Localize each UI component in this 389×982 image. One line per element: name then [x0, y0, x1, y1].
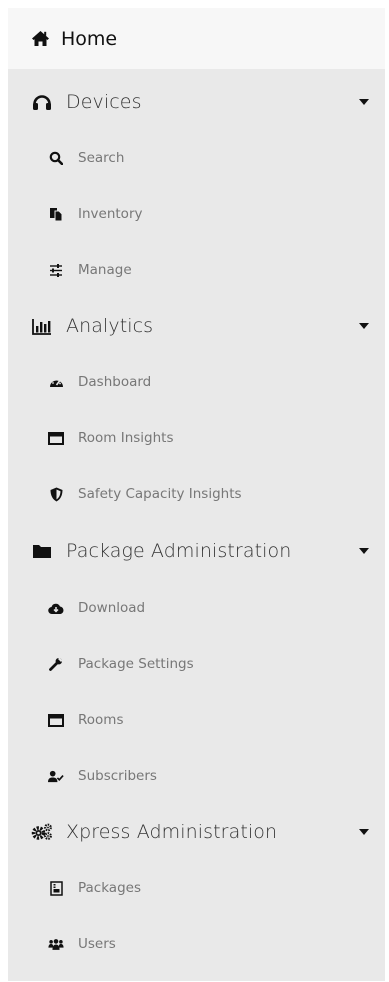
chevron-down-icon — [359, 548, 369, 554]
sidebar-item-dashboard[interactable]: Dashboard — [8, 354, 385, 410]
sidebar-item-label: Download — [78, 600, 146, 616]
shield-icon — [48, 487, 64, 502]
user-check-icon — [48, 770, 64, 783]
window-icon — [48, 431, 64, 445]
section-devices[interactable]: Devices — [8, 74, 385, 130]
sidebar-item-label: Subscribers — [78, 768, 157, 784]
sidebar-item-label: Packages — [78, 880, 141, 896]
sidebar-item-rooms[interactable]: Rooms — [8, 692, 385, 748]
section-label: Analytics — [66, 315, 154, 337]
bar-chart-icon — [30, 318, 54, 335]
tachometer-icon — [48, 376, 64, 389]
copy-icon — [48, 207, 64, 222]
folder-icon — [30, 543, 54, 559]
sidebar-item-inventory[interactable]: Inventory — [8, 186, 385, 242]
sidebar-item-package-settings[interactable]: Package Settings — [8, 636, 385, 692]
section-label: Package Administration — [66, 540, 292, 562]
sidebar-item-label: Search — [78, 150, 125, 166]
sidebar-item-subscribers[interactable]: Subscribers — [8, 748, 385, 804]
sidebar-item-users[interactable]: Users — [8, 916, 385, 972]
chevron-down-icon — [359, 323, 369, 329]
section-xpress-administration[interactable]: Xpress Administration — [8, 804, 385, 860]
home-icon — [30, 30, 50, 47]
search-icon — [48, 151, 64, 165]
sidebar-item-label: Rooms — [78, 712, 124, 728]
sidebar-nav: Home Devices Search Inventory Manage Ana… — [8, 8, 385, 981]
sidebar-item-label: Home — [61, 27, 118, 50]
sidebar-item-packages[interactable]: Packages — [8, 860, 385, 916]
cogs-icon — [30, 823, 54, 841]
chevron-down-icon — [359, 829, 369, 835]
wrench-icon — [48, 657, 64, 671]
sidebar-item-home[interactable]: Home — [8, 8, 385, 69]
package-file-icon — [48, 880, 64, 896]
sidebar-item-search[interactable]: Search — [8, 130, 385, 186]
users-icon — [48, 938, 64, 951]
section-label: Devices — [66, 91, 142, 113]
sidebar-item-label: Package Settings — [78, 656, 194, 672]
sidebar-item-safety-capacity-insights[interactable]: Safety Capacity Insights — [8, 466, 385, 522]
section-label: Xpress Administration — [66, 821, 278, 843]
sidebar-item-manage[interactable]: Manage — [8, 242, 385, 298]
sidebar-item-download[interactable]: Download — [8, 580, 385, 636]
sidebar-item-label: Room Insights — [78, 430, 174, 446]
sidebar-item-label: Users — [78, 936, 116, 952]
sliders-icon — [48, 263, 64, 277]
section-analytics[interactable]: Analytics — [8, 298, 385, 354]
sidebar-item-label: Inventory — [78, 206, 143, 222]
cloud-download-icon — [48, 602, 64, 615]
chevron-down-icon — [359, 99, 369, 105]
sidebar-item-label: Safety Capacity Insights — [78, 486, 242, 502]
window-icon — [48, 713, 64, 727]
sidebar-item-label: Dashboard — [78, 374, 152, 390]
sidebar-item-room-insights[interactable]: Room Insights — [8, 410, 385, 466]
sidebar-item-label: Manage — [78, 262, 132, 278]
section-package-administration[interactable]: Package Administration — [8, 523, 385, 579]
headset-icon — [30, 93, 54, 111]
